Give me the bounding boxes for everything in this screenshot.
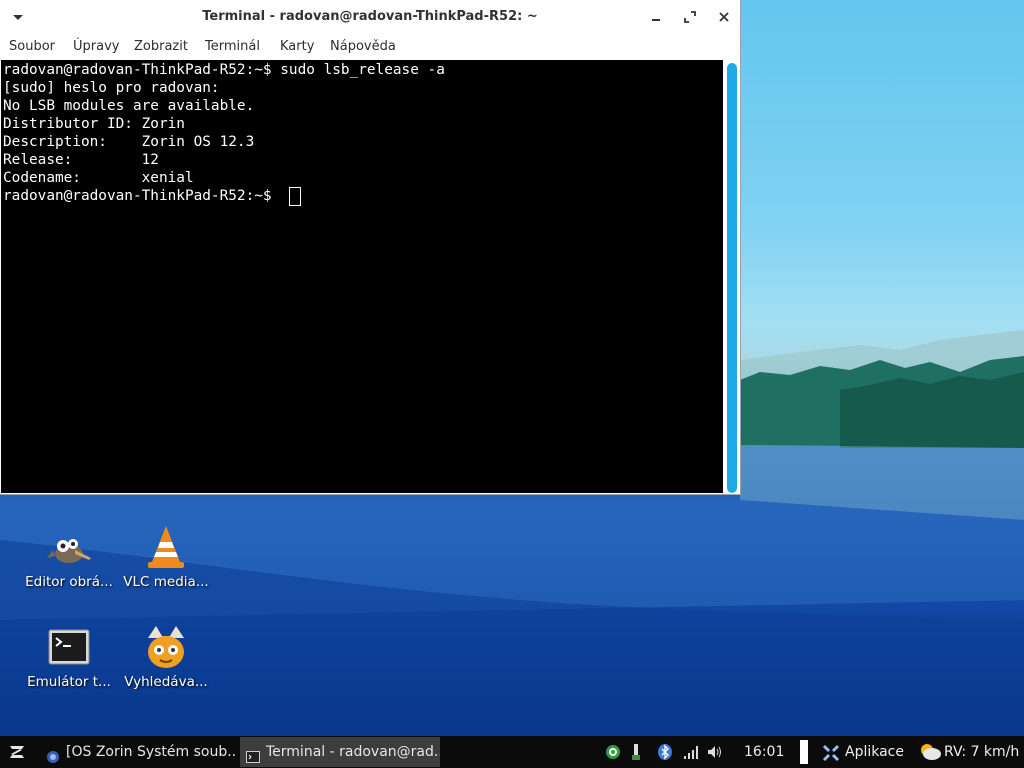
menu-soubor[interactable]: Soubor: [9, 39, 55, 54]
close-button[interactable]: [713, 6, 735, 28]
menu-terminal[interactable]: Terminál: [205, 39, 260, 54]
taskbar: [OS Zorin Systém soub... Terminal - rado…: [0, 736, 1024, 768]
menu-upravy[interactable]: Úpravy: [73, 39, 119, 54]
terminal-line: Release: 12: [3, 152, 159, 168]
menu-bar: Soubor Úpravy Zobrazit Terminál Karty Ná…: [0, 34, 740, 60]
window-titlebar[interactable]: Terminal - radovan@radovan-ThinkPad-R52:…: [0, 0, 740, 34]
maximize-icon: [684, 11, 696, 23]
terminal-window: Terminal - radovan@radovan-ThinkPad-R52:…: [0, 0, 740, 494]
clipboard-indicator[interactable]: [800, 740, 808, 764]
network-signal-icon[interactable]: [682, 743, 700, 761]
browser-icon: [46, 745, 60, 763]
terminal-output[interactable]: radovan@radovan-ThinkPad-R52:~$ sudo lsb…: [1, 60, 723, 493]
update-status-icon[interactable]: [604, 743, 622, 761]
terminal-icon: [45, 624, 93, 672]
taskbar-item-terminal[interactable]: Terminal - radovan@rad...: [240, 737, 440, 767]
terminal-cursor: [289, 187, 301, 206]
desktop-icon-label: VLC media...: [123, 574, 209, 590]
maximize-button[interactable]: [679, 6, 701, 28]
desktop-icon-label: Editor obrá...: [25, 574, 113, 590]
vlc-icon: [142, 524, 190, 572]
minimize-button[interactable]: [645, 6, 667, 28]
terminal-line: Distributor ID: Zorin: [3, 116, 185, 132]
desktop-icon-label: Emulátor t...: [27, 674, 111, 690]
taskbar-item-label: [OS Zorin Systém soub...: [66, 744, 236, 760]
menu-zobrazit[interactable]: Zobrazit: [134, 39, 188, 54]
usb-device-icon[interactable]: [628, 743, 646, 761]
terminal-line: [sudo] heslo pro radovan:: [3, 80, 220, 96]
terminal-line: radovan@radovan-ThinkPad-R52:~$ sudo lsb…: [3, 62, 445, 78]
applications-menu[interactable]: Aplikace: [845, 736, 904, 768]
terminal-line: Description: Zorin OS 12.3: [3, 134, 255, 150]
catfish-search-icon: [142, 624, 190, 672]
zorin-logo-icon: [10, 746, 24, 758]
applications-icon[interactable]: [821, 743, 840, 762]
weather-readout[interactable]: RV: 7 km/h: [944, 736, 1019, 768]
bluetooth-icon[interactable]: [656, 743, 674, 761]
taskbar-item-label: Terminal - radovan@rad...: [266, 744, 440, 760]
window-title: Terminal - radovan@radovan-ThinkPad-R52:…: [202, 9, 538, 24]
menu-karty[interactable]: Karty: [280, 39, 314, 54]
terminal-icon: [246, 745, 260, 763]
terminal-line: Codename: xenial: [3, 170, 194, 186]
menu-napoveda[interactable]: Nápověda: [330, 39, 396, 54]
volume-icon[interactable]: [706, 743, 724, 761]
taskbar-item-browser[interactable]: [OS Zorin Systém soub...: [40, 737, 236, 767]
scrollbar-thumb[interactable]: [727, 63, 737, 493]
zorin-menu-button[interactable]: [6, 743, 28, 761]
gimp-icon: [45, 524, 93, 572]
close-icon: [719, 12, 729, 22]
weather-icon[interactable]: [918, 741, 942, 763]
desktop-icon-label: Vyhledáva...: [124, 674, 208, 690]
minimize-icon: [652, 19, 660, 21]
terminal-line: No LSB modules are available.: [3, 98, 255, 114]
terminal-prompt: radovan@radovan-ThinkPad-R52:~$: [3, 188, 281, 204]
clock[interactable]: 16:01: [744, 736, 784, 768]
